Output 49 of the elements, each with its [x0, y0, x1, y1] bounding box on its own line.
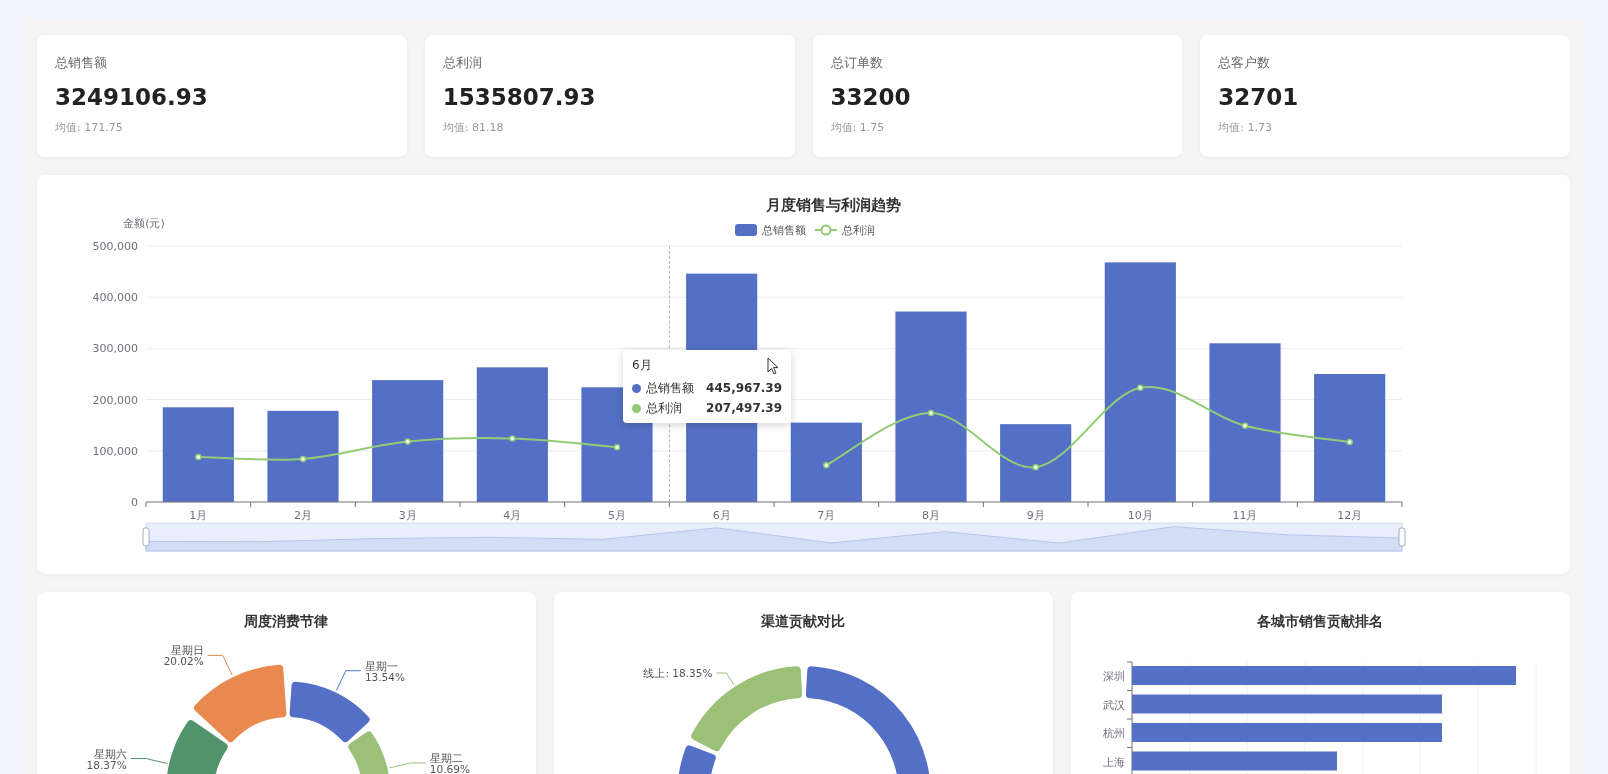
stat-label: 总利润: [442, 54, 483, 72]
axis-label: 4月: [503, 509, 522, 522]
stat-average: 均值: 1.75: [830, 120, 886, 135]
chart-title: 周度消费节律: [244, 613, 328, 629]
slice-label: 星期日 20.02%: [163, 644, 204, 668]
axis-label: 9月: [1026, 509, 1045, 522]
axis-label: 2月: [294, 509, 312, 522]
axis-label: 12月: [1337, 509, 1363, 522]
slice-label: 星期二 10.69%: [429, 752, 470, 774]
stat-label: 总客户数: [1218, 54, 1272, 72]
slice-label: 星期一 13.54%: [364, 659, 405, 683]
axis-title: 金额(元): [123, 217, 165, 230]
axis-label: 200,000: [92, 393, 138, 407]
axis-label: 5月: [608, 509, 626, 522]
axis-label: 500,000: [92, 240, 138, 253]
tooltip-series-name: 总利润: [646, 399, 683, 417]
axis-label: 10月: [1127, 509, 1153, 522]
stat-label: 总订单数: [830, 54, 884, 72]
axis-label: 上海: [1103, 755, 1125, 769]
tooltip-value: 445,967.39: [706, 381, 782, 395]
tooltip-title: 6月: [632, 357, 652, 374]
slice-label: 线上: 18.35%: [643, 667, 713, 679]
chart-title: 渠道贡献对比: [761, 613, 845, 629]
stat-average: 均值: 171.75: [55, 120, 124, 135]
tooltip-series-name: 总销售额: [646, 379, 695, 397]
stat-average: 均值: 81.18: [442, 120, 505, 135]
axis-label: 武汉: [1103, 698, 1125, 712]
axis-label: 杭州: [1103, 727, 1125, 740]
stat-value: 1535807.93: [442, 84, 597, 110]
slice-label: 星期六 18.37%: [86, 747, 127, 771]
axis-label: 11月: [1232, 509, 1258, 522]
stat-value: 33200: [830, 84, 912, 110]
chart-title: 月度销售与利润趋势: [765, 196, 901, 214]
axis-label: 400,000: [92, 291, 138, 305]
axis-label: 0: [131, 496, 138, 509]
axis-label: 1月: [189, 509, 208, 522]
axis-label: 6月: [712, 509, 731, 522]
axis-label: 8月: [922, 509, 940, 522]
tooltip-value: 207,497.39: [706, 401, 782, 415]
stat-value: 3249106.93: [55, 84, 209, 110]
axis-label: 7月: [817, 509, 836, 522]
stat-average: 均值: 1.73: [1218, 120, 1273, 135]
stat-label: 总销售额: [55, 54, 108, 72]
axis-label: 300,000: [92, 342, 138, 356]
axis-label: 100,000: [92, 444, 138, 458]
axis-label: 深圳: [1103, 670, 1125, 683]
chart-title: 各城市销售贡献排名: [1257, 613, 1383, 629]
stat-value: 32701: [1218, 84, 1300, 110]
axis-label: 3月: [398, 509, 417, 522]
